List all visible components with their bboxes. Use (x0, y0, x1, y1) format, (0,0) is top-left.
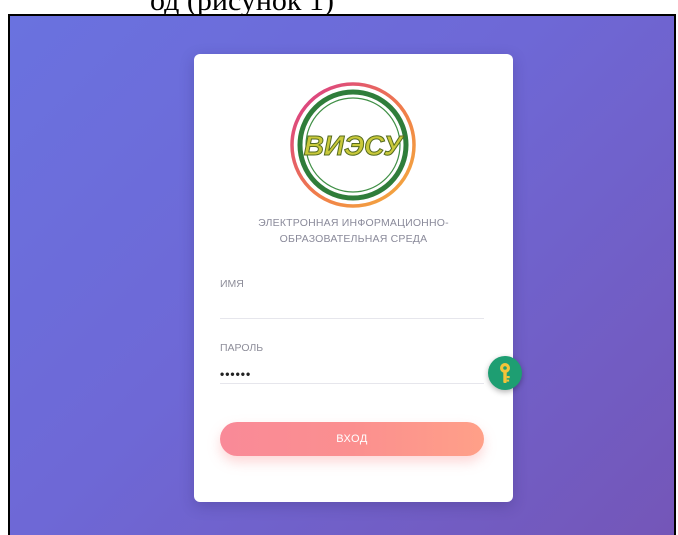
key-glyph (500, 363, 510, 383)
subtitle-line-1: ЭЛЕКТРОННАЯ ИНФОРМАЦИОННО- (258, 217, 449, 229)
password-label: ПАРОЛЬ (220, 342, 264, 354)
key-icon[interactable] (488, 356, 522, 390)
username-label: ИМЯ (220, 278, 244, 290)
login-card: ВИЭСУ ЭЛЕКТРОННАЯ ИНФОРМАЦИОННО- ОБРАЗОВ… (194, 54, 513, 502)
screenshot-frame: ВИЭСУ ЭЛЕКТРОННАЯ ИНФОРМАЦИОННО- ОБРАЗОВ… (8, 14, 676, 535)
logo-text: ВИЭСУ (304, 130, 405, 161)
login-button[interactable]: ВХОД (220, 422, 484, 456)
logo: ВИЭСУ (290, 82, 416, 208)
username-input[interactable] (220, 294, 484, 316)
password-underline (220, 383, 484, 384)
subtitle-line-2: ОБРАЗОВАТЕЛЬНАЯ СРЕДА (279, 233, 428, 245)
username-underline (220, 318, 484, 319)
platform-subtitle: ЭЛЕКТРОННАЯ ИНФОРМАЦИОННО- ОБРАЗОВАТЕЛЬН… (194, 215, 513, 247)
password-input[interactable]: •••••• (220, 367, 251, 381)
